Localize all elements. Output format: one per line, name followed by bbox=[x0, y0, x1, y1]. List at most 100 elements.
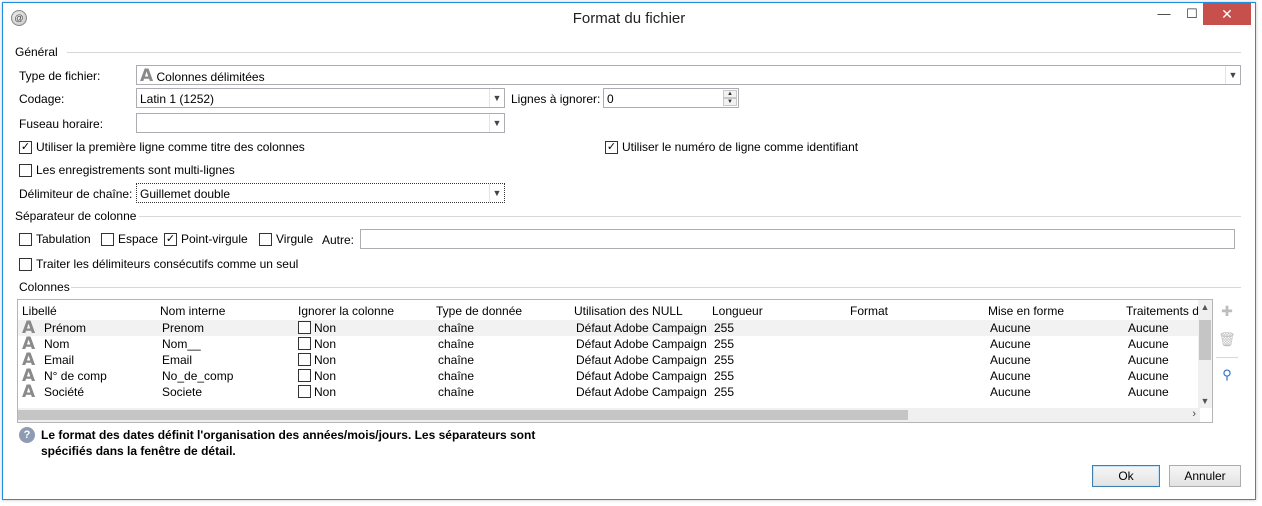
general-group-label: Général bbox=[15, 45, 58, 59]
table-row[interactable]: A Société Societe Non chaîne Défaut Adob… bbox=[18, 384, 1200, 401]
lines-to-skip-value: 0 bbox=[607, 92, 614, 106]
checkbox-checked-icon[interactable]: ✓ bbox=[19, 140, 32, 154]
columns-divider bbox=[71, 287, 1241, 288]
checkbox-checked-icon[interactable]: ✓ bbox=[605, 140, 618, 154]
add-column-icon[interactable]: ✚ bbox=[1218, 303, 1236, 321]
column-header[interactable]: Nom interne bbox=[160, 304, 225, 318]
cell-ignore[interactable]: Non bbox=[298, 369, 336, 383]
cell-processing: Aucune bbox=[1128, 353, 1169, 367]
checkbox-unchecked-icon[interactable] bbox=[101, 232, 114, 246]
column-header[interactable]: Libellé bbox=[22, 304, 57, 318]
chevron-down-icon[interactable]: ▼ bbox=[489, 184, 504, 202]
ignore-value: Non bbox=[314, 321, 337, 335]
checkbox-unchecked-icon[interactable] bbox=[298, 353, 311, 366]
chevron-down-icon[interactable]: ▼ bbox=[489, 114, 504, 132]
checkbox-unchecked-icon[interactable] bbox=[19, 232, 32, 246]
separator-divider bbox=[139, 216, 1241, 217]
consecutive-checkbox[interactable]: Traiter les délimiteurs consécutifs comm… bbox=[19, 257, 298, 271]
table-row[interactable]: A Email Email Non chaîne Défaut Adobe Ca… bbox=[18, 352, 1200, 369]
checkbox-unchecked-icon[interactable] bbox=[19, 163, 32, 177]
search-icon[interactable]: ⚲ bbox=[1218, 367, 1236, 385]
checkbox-unchecked-icon[interactable] bbox=[298, 321, 311, 334]
lines-to-skip-stepper[interactable]: 0 ▲ ▼ bbox=[603, 88, 739, 108]
checkbox-unchecked-icon[interactable] bbox=[19, 257, 32, 271]
columns-group-label: Colonnes bbox=[19, 280, 70, 294]
file-type-select[interactable]: A Colonnes délimitées ▼ bbox=[136, 65, 1241, 85]
trash-icon[interactable]: 🗑 bbox=[1218, 331, 1236, 349]
cell-internal: Prenom bbox=[162, 321, 205, 335]
cell-formatting: Aucune bbox=[990, 353, 1031, 367]
ignore-value: Non bbox=[314, 337, 337, 351]
chevron-down-icon[interactable]: ▼ bbox=[489, 89, 504, 107]
tab-checkbox[interactable]: Tabulation bbox=[19, 232, 91, 246]
table-row[interactable]: A Prénom Prenom Non chaîne Défaut Adobe … bbox=[18, 320, 1200, 337]
stepper-up-icon[interactable]: ▲ bbox=[723, 90, 737, 98]
title-bar[interactable]: @ Format du fichier — ☐ ✕ bbox=[3, 3, 1255, 33]
cell-internal: Email bbox=[162, 353, 193, 367]
timezone-label: Fuseau horaire: bbox=[19, 117, 104, 131]
cell-formatting: Aucune bbox=[990, 321, 1031, 335]
table-row[interactable]: A Nom Nom__ Non chaîne Défaut Adobe Camp… bbox=[18, 336, 1200, 353]
column-header[interactable]: Traitements d bbox=[1126, 304, 1200, 318]
vertical-scrollbar[interactable]: ▲ ▼ bbox=[1198, 300, 1212, 408]
timezone-select[interactable]: ▼ bbox=[136, 113, 505, 133]
column-header[interactable]: Mise en forme bbox=[988, 304, 1064, 318]
use-first-line-label: Utiliser la première ligne comme titre d… bbox=[36, 140, 305, 154]
encoding-select[interactable]: Latin 1 (1252) ▼ bbox=[136, 88, 505, 108]
use-first-line-checkbox[interactable]: ✓ Utiliser la première ligne comme titre… bbox=[19, 140, 305, 154]
column-header[interactable]: Type de donnée bbox=[436, 304, 522, 318]
scroll-down-icon[interactable]: ▼ bbox=[1198, 396, 1212, 406]
cell-length: 255 bbox=[714, 369, 735, 383]
other-separator-input[interactable] bbox=[360, 229, 1235, 249]
close-button[interactable]: ✕ bbox=[1203, 3, 1251, 25]
chevron-down-icon[interactable]: ▼ bbox=[1225, 66, 1240, 84]
multiline-checkbox[interactable]: Les enregistrements sont multi-lignes bbox=[19, 163, 235, 177]
horizontal-scrollbar[interactable]: › bbox=[18, 408, 1200, 422]
checkbox-unchecked-icon[interactable] bbox=[298, 385, 311, 398]
cell-length: 255 bbox=[714, 353, 735, 367]
cell-ignore[interactable]: Non bbox=[298, 321, 336, 335]
cell-ignore[interactable]: Non bbox=[298, 337, 336, 351]
checkbox-checked-icon[interactable]: ✓ bbox=[164, 232, 177, 246]
scroll-right-icon[interactable]: › bbox=[1192, 408, 1196, 420]
cell-processing: Aucune bbox=[1128, 369, 1169, 383]
string-delimiter-value: Guillemet double bbox=[140, 187, 231, 201]
cell-length: 255 bbox=[714, 321, 735, 335]
minimize-button[interactable]: — bbox=[1149, 3, 1179, 25]
string-delimiter-select[interactable]: Guillemet double ▼ bbox=[136, 183, 505, 203]
file-type-label: Type de fichier: bbox=[19, 69, 101, 83]
cell-ignore[interactable]: Non bbox=[298, 353, 336, 367]
window-title: Format du fichier bbox=[572, 10, 686, 27]
tab-label: Tabulation bbox=[36, 232, 91, 246]
column-header[interactable]: Longueur bbox=[712, 304, 763, 318]
horizontal-scroll-thumb[interactable] bbox=[18, 410, 908, 420]
cell-ignore[interactable]: Non bbox=[298, 385, 336, 399]
ok-button[interactable]: Ok bbox=[1092, 465, 1160, 487]
cell-processing: Aucune bbox=[1128, 337, 1169, 351]
column-header[interactable]: Format bbox=[850, 304, 888, 318]
column-header[interactable]: Utilisation des NULL bbox=[574, 304, 683, 318]
semicolon-checkbox[interactable]: ✓ Point-virgule bbox=[164, 232, 248, 246]
cell-formatting: Aucune bbox=[990, 337, 1031, 351]
cell-length: 255 bbox=[714, 337, 735, 351]
checkbox-unchecked-icon[interactable] bbox=[298, 369, 311, 382]
comma-checkbox[interactable]: Virgule bbox=[259, 232, 313, 246]
table-header: Libellé Nom interne Ignorer la colonne T… bbox=[18, 300, 1200, 320]
checkbox-unchecked-icon[interactable] bbox=[298, 337, 311, 350]
cell-internal: Nom__ bbox=[162, 337, 201, 351]
cell-null-usage: Défaut Adobe Campaign bbox=[576, 385, 707, 399]
space-checkbox[interactable]: Espace bbox=[101, 232, 158, 246]
stepper-down-icon[interactable]: ▼ bbox=[723, 98, 737, 106]
cell-formatting: Aucune bbox=[990, 369, 1031, 383]
column-header[interactable]: Ignorer la colonne bbox=[298, 304, 394, 318]
use-line-number-checkbox[interactable]: ✓ Utiliser le numéro de ligne comme iden… bbox=[605, 140, 858, 154]
lines-to-skip-label: Lignes à ignorer: bbox=[511, 92, 601, 106]
checkbox-unchecked-icon[interactable] bbox=[259, 232, 272, 246]
scroll-up-icon[interactable]: ▲ bbox=[1198, 302, 1212, 312]
cell-internal: No_de_comp bbox=[162, 369, 234, 383]
cancel-button[interactable]: Annuler bbox=[1169, 465, 1241, 487]
columns-table[interactable]: Libellé Nom interne Ignorer la colonne T… bbox=[17, 299, 1213, 423]
vertical-scroll-thumb[interactable] bbox=[1199, 320, 1211, 360]
cell-processing: Aucune bbox=[1128, 321, 1169, 335]
table-row[interactable]: A N° de comp No_de_comp Non chaîne Défau… bbox=[18, 368, 1200, 385]
